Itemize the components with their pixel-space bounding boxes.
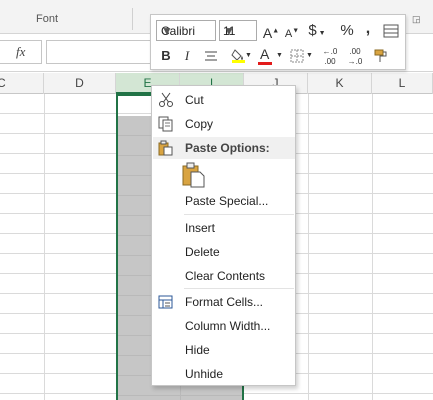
mini-toolbar: Calibri ▼ 11 ▼ A▲ A▼ $ ▼ % , B I ▼ A ▼ ▼…: [150, 14, 406, 70]
decrease-decimal-button[interactable]: .00 →.0: [344, 45, 366, 67]
menu-item-cut[interactable]: Cut: [153, 89, 295, 111]
gridline: [44, 94, 45, 400]
menu-item-label: Paste Special...: [185, 194, 269, 208]
increase-decimal-button[interactable]: ←.0.00: [319, 45, 341, 67]
percent-icon: %: [340, 22, 354, 39]
fill-color-button[interactable]: ▼: [225, 45, 253, 67]
percent-style-button[interactable]: %: [338, 20, 356, 42]
align-center-button[interactable]: [201, 45, 221, 67]
scissors-icon: [159, 92, 173, 107]
decrease-font-icon: A▼: [284, 27, 300, 40]
menu-item-label: Insert: [185, 221, 216, 235]
menu-item-hide[interactable]: Hide: [153, 339, 295, 361]
fx-label: fx: [16, 44, 26, 59]
menu-item-unhide[interactable]: Unhide: [153, 363, 295, 385]
formula-input[interactable]: [46, 40, 166, 64]
format-painter-table-button[interactable]: [381, 20, 401, 42]
align-center-icon: [205, 51, 217, 61]
chevron-down-icon: ▼: [223, 24, 235, 38]
copy-icon: [158, 116, 173, 132]
decrease-font-size-button[interactable]: A▼: [283, 20, 301, 42]
menu-item-insert[interactable]: Insert: [153, 217, 295, 239]
gridline: [308, 94, 309, 400]
comma-style-button[interactable]: ,: [361, 18, 375, 40]
bold-button[interactable]: B: [157, 45, 175, 67]
comma-icon: ,: [365, 20, 371, 37]
dollar-icon: $: [308, 22, 317, 39]
column-header-l[interactable]: L: [372, 73, 433, 94]
decrease-decimal-icon: .00 →.0: [347, 47, 363, 66]
menu-item-delete[interactable]: Delete: [153, 241, 295, 263]
ribbon-separator: [132, 8, 133, 30]
font-name-dropdown[interactable]: Calibri ▼: [156, 20, 216, 41]
gridline: [372, 94, 373, 400]
context-menu: Cut Copy Paste Options: Paste Special...…: [151, 85, 296, 386]
table-format-icon: [383, 24, 399, 38]
column-header-k[interactable]: K: [308, 73, 372, 94]
accounting-format-button[interactable]: $ ▼: [306, 20, 328, 42]
menu-separator: [184, 288, 294, 289]
insert-function-button[interactable]: fx: [0, 40, 42, 64]
font-color-swatch: [258, 62, 272, 65]
borders-icon: [290, 49, 304, 63]
increase-font-icon: A▲: [262, 24, 280, 41]
menu-section-label: Paste Options:: [185, 141, 270, 155]
paste-button[interactable]: [182, 162, 206, 188]
chevron-down-icon: ▼: [245, 52, 252, 59]
menu-item-label: Format Cells...: [185, 295, 264, 309]
paste-icon: [158, 140, 173, 156]
format-painter-icon: [374, 49, 387, 62]
menu-item-label: Clear Contents: [185, 269, 266, 283]
chevron-down-icon: ▼: [306, 52, 313, 59]
menu-separator: [184, 214, 294, 215]
menu-item-label: Unhide: [185, 367, 224, 381]
font-group-label: Font: [36, 13, 59, 25]
menu-item-label: Hide: [185, 343, 210, 357]
chevron-down-icon: ▼: [316, 30, 326, 37]
menu-item-copy[interactable]: Copy: [153, 113, 295, 135]
format-cells-icon: [158, 295, 173, 309]
column-header-c[interactable]: C: [0, 73, 44, 94]
chevron-down-icon: ▼: [161, 24, 173, 38]
menu-item-column-width[interactable]: Column Width...: [153, 315, 295, 337]
font-size-dropdown[interactable]: 11 ▼: [219, 20, 257, 41]
borders-button[interactable]: ▼: [288, 45, 314, 67]
menu-item-label: Cut: [185, 93, 204, 107]
font-color-button[interactable]: A ▼: [257, 45, 283, 67]
clipboard-icon: [182, 162, 205, 188]
paste-options-header: Paste Options:: [153, 137, 295, 159]
menu-item-label: Column Width...: [185, 319, 271, 333]
menu-item-paste-special[interactable]: Paste Special...: [153, 190, 295, 212]
format-painter-button[interactable]: [371, 45, 391, 67]
increase-decimal-icon: ←.0.00: [322, 47, 338, 66]
menu-item-format-cells[interactable]: Format Cells...: [153, 291, 295, 313]
dialog-launcher-icon[interactable]: ◲: [412, 14, 421, 25]
increase-font-size-button[interactable]: A▲: [262, 20, 280, 42]
menu-item-label: Copy: [185, 117, 214, 131]
column-header-d[interactable]: D: [44, 73, 116, 94]
chevron-down-icon: ▼: [276, 52, 283, 59]
menu-item-clear-contents[interactable]: Clear Contents: [153, 265, 295, 287]
menu-item-label: Delete: [185, 245, 220, 259]
italic-button[interactable]: I: [178, 45, 196, 67]
